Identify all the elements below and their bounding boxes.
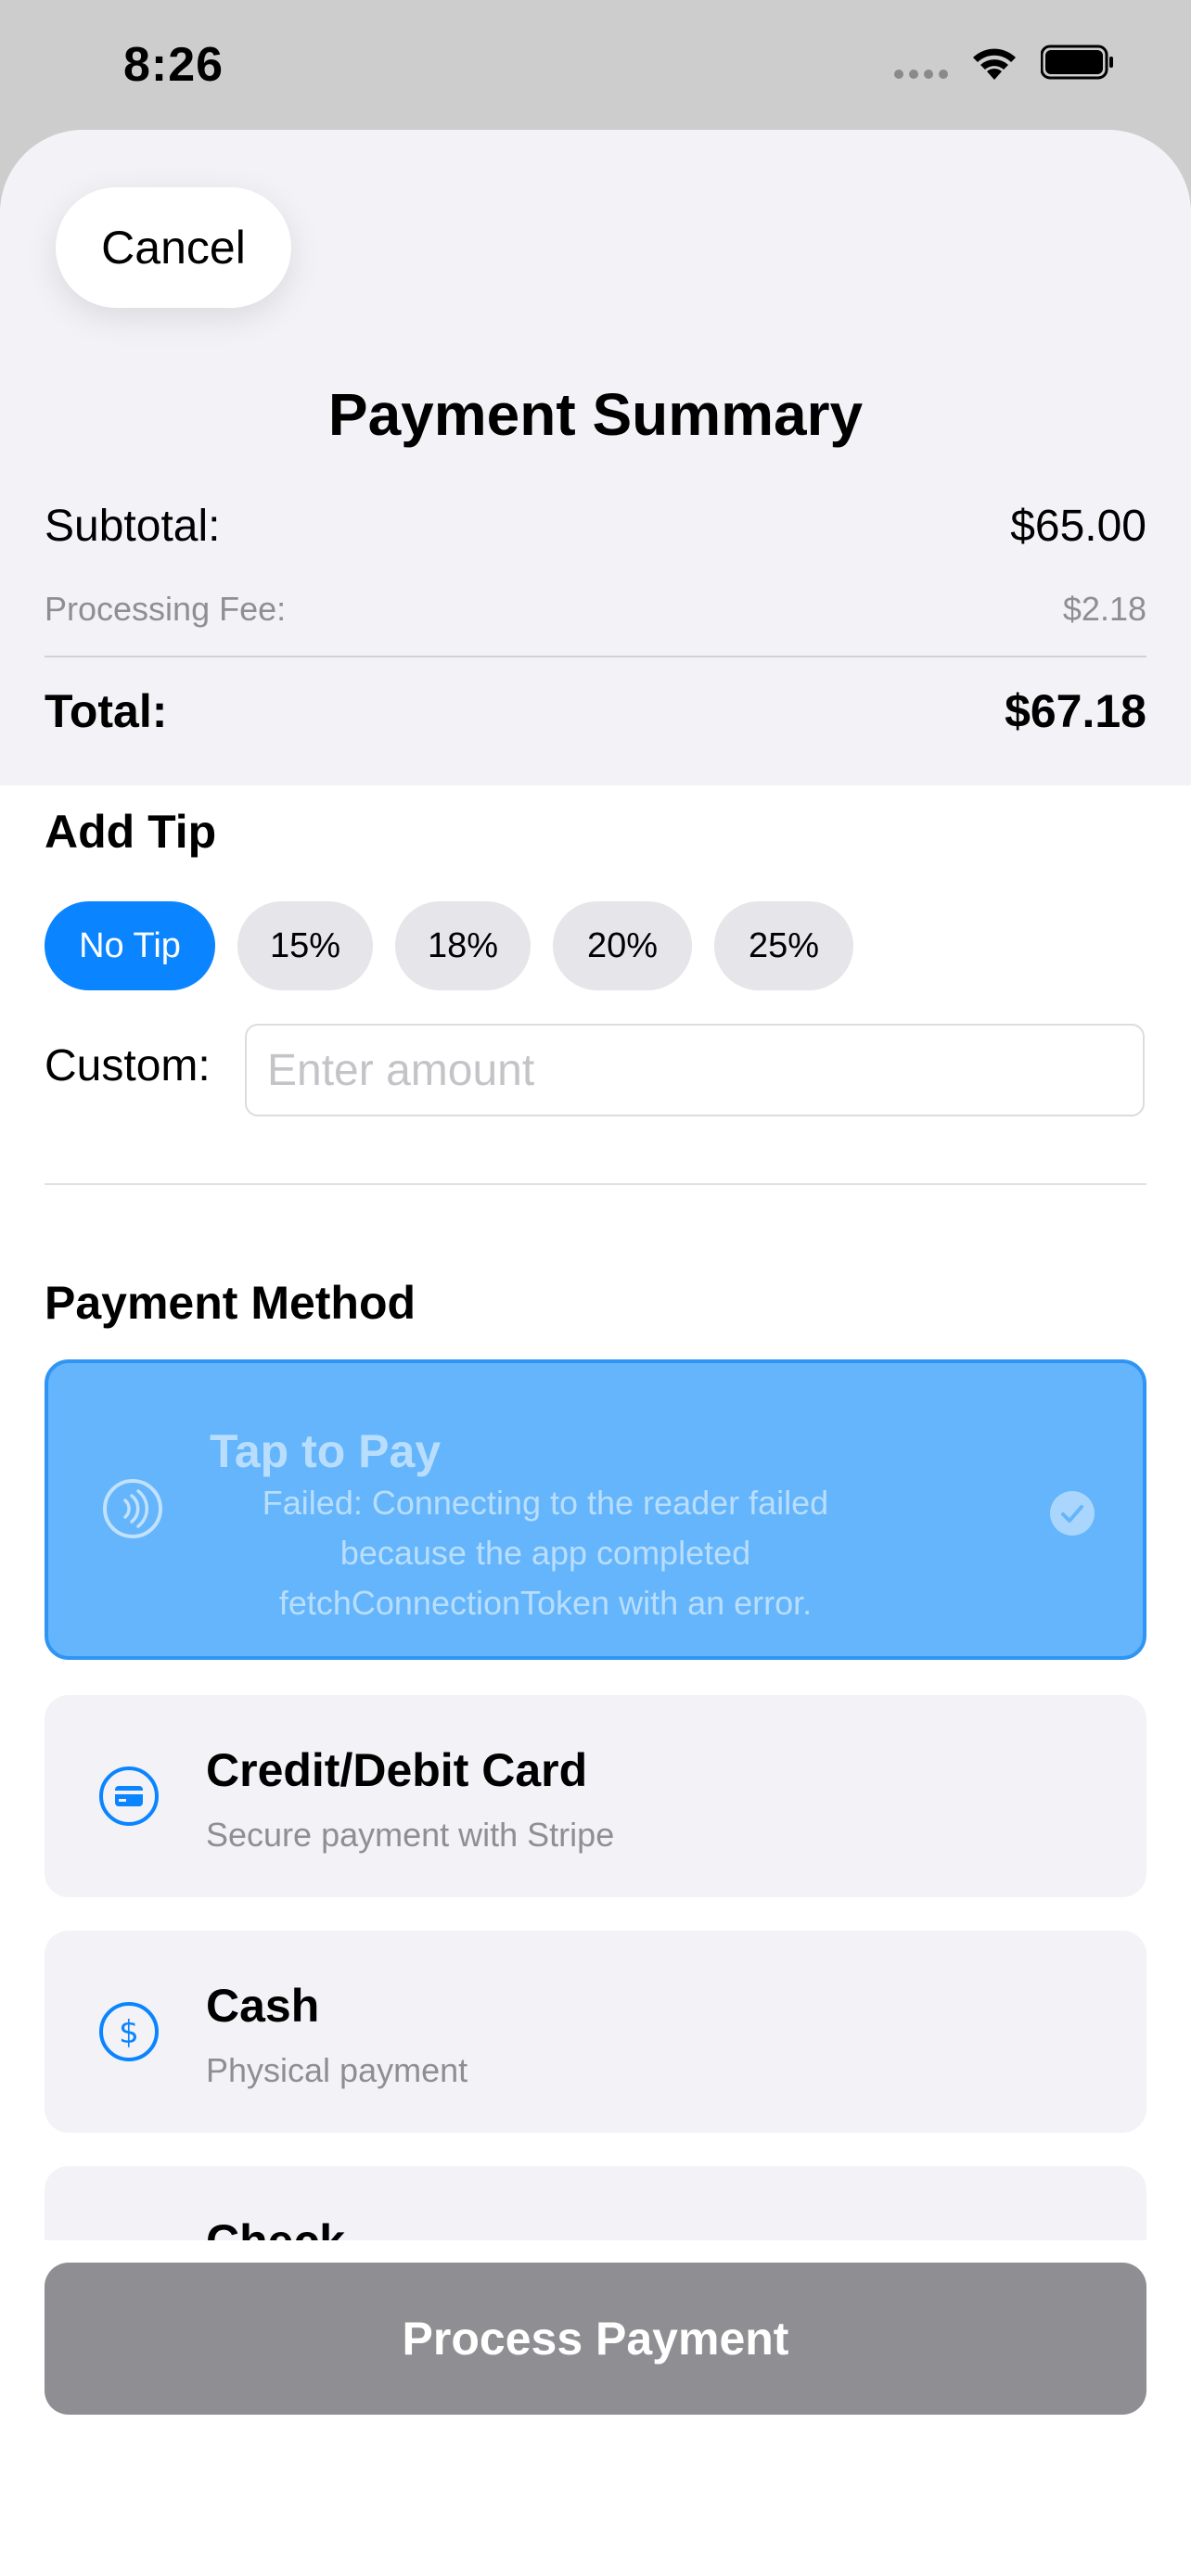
tip-option-25[interactable]: 25% [714,901,853,990]
subtotal-row: Subtotal: $65.00 [45,501,1146,552]
process-payment-button[interactable]: Process Payment [45,2263,1146,2415]
tip-divider [45,1183,1146,1185]
payment-sheet: Cancel Payment Summary Subtotal: $65.00 … [0,130,1191,2576]
total-value: $67.18 [1005,685,1146,737]
wifi-icon [973,48,1016,80]
total-label: Total: [45,685,168,737]
custom-tip-label: Custom: [45,1041,211,1090]
processing-fee-value: $2.18 [1062,590,1146,628]
payment-method-tap-to-pay[interactable]: Tap to Pay Failed: Connecting to the rea… [45,1359,1146,1660]
svg-text:$: $ [119,2014,139,2051]
payment-method-title: Payment Method [45,1277,416,1329]
status-time: 8:26 [123,38,224,92]
tip-option-18[interactable]: 18% [395,901,531,990]
status-bar: 8:26 [0,0,1191,130]
credit-card-subtitle: Secure payment with Stripe [206,1816,615,1854]
cash-subtitle: Physical payment [206,2051,468,2089]
processing-fee-label: Processing Fee: [45,590,287,628]
bottom-action-bar: Process Payment [0,2240,1191,2576]
page-title: Payment Summary [327,381,864,448]
subtotal-value: $65.00 [1010,502,1146,551]
cellular-signal-icon [894,45,948,79]
tip-option-no-tip[interactable]: No Tip [45,901,215,990]
status-icons [894,43,1115,82]
payment-method-cash[interactable]: $ Cash Physical payment [45,1931,1146,2133]
tip-option-15[interactable]: 15% [237,901,373,990]
battery-icon [1041,45,1113,80]
contactless-icon [103,1479,162,1538]
checkmark-circle-icon [1050,1491,1095,1536]
payment-method-credit-card[interactable]: Credit/Debit Card Secure payment with St… [45,1695,1146,1897]
tip-option-20[interactable]: 20% [553,901,692,990]
tip-options: No Tip 15% 18% 20% 25% [45,901,853,990]
processing-fee-row: Processing Fee: $2.18 [45,590,1146,629]
cancel-button[interactable]: Cancel [56,187,291,308]
add-tip-title: Add Tip [45,806,217,858]
custom-tip-input[interactable] [245,1024,1145,1116]
summary-divider [45,656,1146,657]
credit-card-title: Credit/Debit Card [206,1744,588,1796]
tap-to-pay-title: Tap to Pay [210,1425,442,1477]
total-row: Total: $67.18 [45,684,1146,738]
tap-to-pay-error: Failed: Connecting to the reader failed … [262,1484,829,1622]
credit-card-icon [99,1766,159,1826]
cash-title: Cash [206,1980,320,2032]
dollar-icon: $ [99,2002,159,2061]
subtotal-label: Subtotal: [45,502,221,551]
